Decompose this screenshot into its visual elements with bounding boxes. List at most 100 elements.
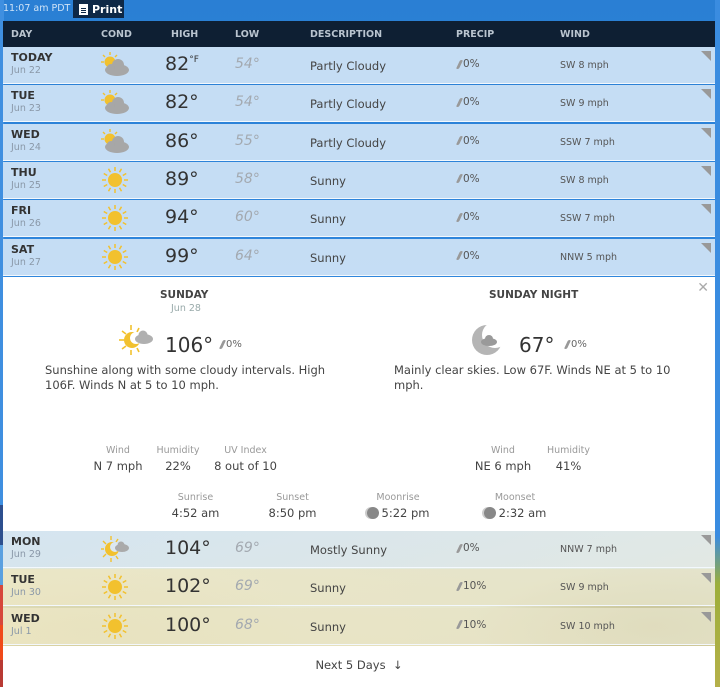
sunny-icon [100, 612, 130, 640]
sunny-icon [100, 204, 130, 232]
expand-corner-icon[interactable] [701, 127, 711, 138]
table-header: DAY COND HIGH LOW DESCRIPTION PRECIP WIN… [3, 21, 715, 47]
day-name: TODAY [11, 51, 53, 64]
description: Partly Cloudy [310, 97, 387, 112]
print-label: Print [92, 2, 123, 16]
moonrise-time: 5:22 pm [381, 506, 430, 520]
forecast-row[interactable]: TODAY Jun 22 82°F 54° Partly Cloudy 0% S… [3, 47, 715, 84]
high-temp: 100° [165, 614, 211, 636]
precip: 10% [455, 618, 487, 631]
high-temp-value: 99° [165, 244, 199, 267]
day-name: TUE [11, 89, 35, 103]
high-temp-value: 86° [165, 129, 199, 152]
low-temp: 69° [235, 578, 260, 595]
low-temp: 69° [235, 540, 260, 556]
sunrise: Sunrise 4:52 am [168, 492, 223, 520]
stat-label: Wind [106, 445, 130, 456]
moonset-time: 2:32 am [498, 506, 547, 520]
day-name: WED [11, 127, 40, 141]
stat-value: NE 6 mph [474, 459, 532, 473]
day-name: SAT [11, 242, 35, 256]
precip-value: 0% [463, 542, 480, 554]
day-cell: TODAY Jun 22 [11, 51, 52, 76]
forecast-row[interactable]: THU Jun 25 89° 58° Sunny 0% SW 8 mph [3, 161, 715, 199]
precip-value: 0% [463, 249, 480, 262]
next-5-days-button[interactable]: Next 5 Days ↓ [315, 658, 402, 672]
expand-corner-icon[interactable] [701, 611, 711, 622]
wind: SW 9 mph [560, 582, 609, 594]
forecast-row[interactable]: MON Jun 29 104° 69° Mostly Sunny 0% NNW … [3, 531, 715, 568]
partly-cloudy-icon [100, 89, 130, 117]
expand-corner-icon[interactable] [701, 204, 711, 215]
stat-value: N 7 mph [93, 459, 143, 473]
high-temp: 86° [165, 130, 199, 152]
detail-night-humidity: Humidity 41% [541, 445, 596, 473]
forecast-row[interactable]: WED Jul 1 100° 68° Sunny 10% SW 10 mph [3, 607, 715, 645]
stat-value: 8 out of 10 [214, 459, 277, 473]
close-icon[interactable]: ✕ [697, 280, 709, 296]
stat-label: Sunset [276, 492, 309, 503]
forecast-panel: DAY COND HIGH LOW DESCRIPTION PRECIP WIN… [3, 21, 715, 687]
expand-corner-icon[interactable] [701, 242, 711, 253]
forecast-row[interactable]: SAT Jun 27 99° 64° Sunny 0% NNW 5 mph [3, 238, 715, 276]
day-date: Jun 24 [11, 141, 41, 153]
next-5-days-label: Next 5 Days [315, 658, 386, 672]
high-temp: 82° [165, 91, 199, 113]
low-temp: 58° [235, 170, 260, 187]
moon-phase-icon [366, 507, 379, 519]
precip-value: 10% [463, 580, 487, 593]
precip-value: 0% [463, 134, 480, 147]
detail-night-precip-value: 0% [571, 339, 587, 350]
precip-value: 0% [463, 211, 480, 224]
high-temp-value: 82 [165, 53, 190, 75]
forecast-row[interactable]: TUE Jun 30 102° 69° Sunny 10% SW 9 mph [3, 569, 715, 607]
description: Sunny [310, 581, 346, 596]
header-cond: COND [101, 29, 132, 40]
expand-corner-icon[interactable] [701, 89, 711, 100]
description: Partly Cloudy [310, 59, 387, 73]
stat-label: Wind [491, 445, 515, 456]
day-cell: WED Jul 1 [11, 612, 40, 637]
wind: NNW 5 mph [560, 251, 617, 263]
moon-phase-icon [483, 507, 496, 519]
header-high: HIGH [171, 29, 199, 40]
detail-day-temp: 106° [165, 333, 214, 357]
wind: SW 9 mph [560, 98, 609, 110]
arrow-down-icon: ↓ [392, 658, 403, 672]
print-button[interactable]: Print [73, 0, 124, 18]
day-cell: FRI Jun 26 [11, 204, 41, 229]
header-low: LOW [235, 29, 260, 40]
expand-corner-icon[interactable] [701, 535, 711, 545]
forecast-row[interactable]: WED Jun 24 86° 55° Partly Cloudy 0% SSW … [3, 123, 715, 161]
description: Partly Cloudy [310, 135, 387, 150]
expand-corner-icon[interactable] [701, 573, 711, 584]
sunny-icon [100, 243, 130, 271]
expand-corner-icon[interactable] [701, 165, 711, 176]
current-time: 11:07 am PDT [3, 3, 71, 14]
low-temp: 55° [235, 132, 260, 149]
night-partly-cloudy-icon [472, 322, 503, 355]
expand-corner-icon[interactable] [701, 51, 711, 61]
high-temp-value: 102° [165, 575, 211, 598]
day-date: Jun 25 [11, 179, 41, 191]
day-cell: THU Jun 25 [11, 166, 41, 191]
precip-value: 10% [463, 618, 487, 631]
forecast-row[interactable]: FRI Jun 26 94° 60° Sunny 0% SSW 7 mph [3, 200, 715, 238]
detail-day-date: Jun 28 [171, 303, 201, 314]
precip-value: 0% [463, 96, 480, 109]
precip: 0% [455, 96, 480, 109]
low-temp: 68° [235, 616, 260, 633]
forecast-row[interactable]: TUE Jun 23 82° 54° Partly Cloudy 0% SW 9… [3, 85, 715, 123]
moonrise: Moonrise 5:22 pm [363, 492, 433, 520]
day-detail-panel: ✕ SUNDAY Jun 28 106° 0% Sunshine along w… [3, 277, 715, 531]
stat-label: UV Index [224, 445, 267, 456]
wind: SW 10 mph [560, 620, 615, 632]
mostly-sunny-icon [100, 535, 130, 563]
day-cell: WED Jun 24 [11, 128, 41, 153]
day-name: TUE [11, 573, 35, 587]
detail-day-wind: Wind N 7 mph [93, 445, 143, 473]
high-temp: 104° [165, 537, 211, 559]
detail-night-temp: 67° [519, 333, 555, 357]
detail-night-title: SUNDAY NIGHT [489, 289, 579, 301]
day-name: WED [11, 611, 40, 625]
